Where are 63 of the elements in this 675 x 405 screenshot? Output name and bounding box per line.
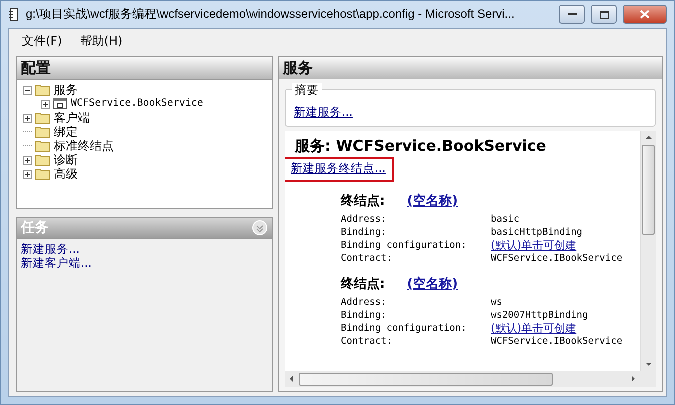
folder-icon — [35, 140, 51, 152]
folder-icon — [35, 112, 51, 124]
window-title: g:\项目实战\wcf服务编程\wcfservicedemo\windowsservicehost\app.config - Microsoft Servi... — [26, 6, 516, 23]
endpoint-name-link[interactable]: (空名称) — [407, 192, 458, 210]
property-value: ws2007HttpBinding — [491, 309, 590, 322]
property-value: WCFService.IBookService — [491, 252, 624, 265]
property-link[interactable]: (默认)单击可创建 — [491, 239, 636, 252]
folder-icon — [35, 84, 51, 96]
group-label: 摘要 — [292, 83, 322, 98]
expand-toggle[interactable] — [23, 170, 32, 178]
property-label: Binding: — [341, 226, 388, 239]
property-link[interactable]: (默认)单击可创建 — [491, 322, 636, 335]
new-service-link[interactable]: 新建服务... — [294, 105, 353, 119]
menu-item[interactable]: 帮助(H) — [73, 30, 130, 52]
folder-icon — [35, 168, 51, 180]
panel-header: 任务 — [16, 217, 273, 239]
folder-icon — [35, 154, 51, 166]
property-label: Address: — [341, 213, 388, 226]
collapse-toggle[interactable] — [23, 86, 32, 94]
maximize-button[interactable] — [591, 5, 617, 24]
expand-toggle[interactable] — [23, 114, 32, 122]
tree-item[interactable]: 服务 — [54, 83, 78, 97]
minimize-icon — [568, 13, 576, 16]
close-button[interactable] — [623, 5, 667, 24]
property-label: Contract: — [341, 252, 394, 265]
scrollbar-thumb[interactable] — [299, 372, 553, 386]
close-icon — [640, 10, 650, 19]
property-value: basic — [491, 213, 521, 226]
property-value: basicHttpBinding — [491, 226, 584, 239]
expand-toggle[interactable] — [41, 100, 50, 108]
property-value: WCFService.IBookService — [491, 335, 624, 348]
new-endpoint-link[interactable]: 新建服务终结点... — [291, 161, 386, 175]
tree-item[interactable]: 绑定 — [54, 125, 78, 139]
property-label: Binding configuration: — [341, 322, 468, 335]
menu-item[interactable]: 文件(F) — [15, 30, 70, 52]
window-icon — [53, 98, 68, 110]
task-link[interactable]: 新建服务... — [21, 242, 80, 256]
endpoint-name-link[interactable]: (空名称) — [407, 275, 458, 293]
scrollbar-thumb[interactable] — [642, 145, 655, 235]
expand-toggle[interactable] — [23, 156, 32, 164]
tree-item[interactable]: 标准终结点 — [54, 139, 114, 153]
endpoint-label: 终结点: — [341, 276, 386, 293]
horizontal-scrollbar[interactable] — [285, 371, 640, 387]
document-icon — [8, 8, 20, 22]
collapse-icon[interactable] — [252, 220, 268, 236]
folder-icon — [35, 126, 51, 138]
property-value: ws — [491, 296, 504, 309]
service-heading: 服务: WCFService.BookService — [295, 137, 548, 156]
tree-item[interactable]: 客户端 — [54, 111, 90, 125]
endpoint-label: 终结点: — [341, 193, 386, 210]
property-label: Binding configuration: — [341, 239, 468, 252]
property-label: Address: — [341, 296, 388, 309]
panel-header: 配置 — [16, 56, 273, 79]
property-label: Binding: — [341, 309, 388, 322]
task-link[interactable]: 新建客户端... — [21, 256, 92, 270]
tree-item[interactable]: 高级 — [54, 167, 78, 181]
property-label: Contract: — [341, 335, 394, 348]
minimize-button[interactable] — [559, 5, 585, 24]
vertical-scrollbar[interactable] — [640, 131, 656, 371]
panel-header: 服务 — [279, 57, 662, 79]
maximize-icon — [600, 10, 608, 18]
tree-item[interactable]: WCFService.BookService — [71, 97, 204, 111]
tree-item[interactable]: 诊断 — [54, 153, 78, 167]
